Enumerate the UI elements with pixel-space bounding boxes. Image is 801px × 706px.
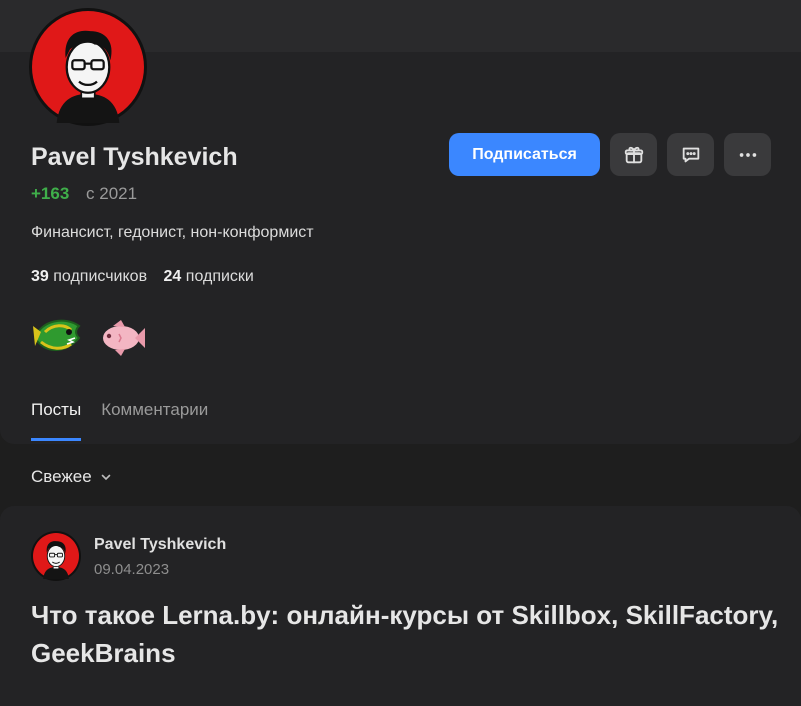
profile-counts: 39 подписчиков 24 подписки (31, 268, 254, 286)
subscribers-label: подписчиков (53, 268, 148, 285)
post-date[interactable]: 09.04.2023 (94, 561, 169, 578)
profile-avatar[interactable] (29, 8, 147, 126)
tab-comments[interactable]: Комментарии (101, 400, 208, 441)
sort-dropdown[interactable]: Свежее (31, 467, 112, 487)
subscriptions-label: подписки (185, 268, 254, 285)
subscriptions-link[interactable]: 24 подписки (164, 268, 254, 285)
post-author-name[interactable]: Pavel Tyshkevich (94, 536, 226, 554)
member-since: с 2021 (86, 184, 138, 203)
profile-actions: Подписаться (449, 133, 771, 176)
avatar-illustration (32, 11, 144, 123)
chevron-down-icon (101, 474, 110, 481)
gift-icon (624, 146, 643, 163)
more-button[interactable] (724, 133, 771, 176)
message-button[interactable] (667, 133, 714, 176)
subscriptions-count: 24 (163, 268, 182, 285)
chat-icon (682, 147, 699, 162)
rating-value[interactable]: +163 (31, 184, 69, 203)
fish-pink-icon[interactable] (95, 312, 147, 362)
tab-posts[interactable]: Посты (31, 400, 82, 441)
profile-meta: +163 с 2021 (31, 184, 137, 204)
profile-name: Pavel Tyshkevich (31, 143, 238, 171)
post-title[interactable]: Что такое Lerna.by: онлайн-курсы от Skil… (31, 596, 791, 672)
avatar-illustration (33, 533, 79, 579)
fish-green-icon[interactable] (31, 312, 83, 362)
gift-button[interactable] (610, 133, 657, 176)
post-card: Pavel Tyshkevich 09.04.2023 Что такое Le… (0, 506, 801, 706)
profile-bio: Финансист, гедонист, нон-конформист (31, 224, 314, 241)
subscribe-button[interactable]: Подписаться (449, 133, 600, 176)
sort-label: Свежее (31, 467, 92, 486)
profile-tabs: Посты Комментарии (31, 400, 208, 441)
post-author-avatar[interactable] (31, 531, 81, 581)
profile-badges (31, 312, 147, 362)
subscribers-link[interactable]: 39 подписчиков (31, 268, 147, 285)
more-icon (739, 152, 756, 157)
subscribers-count: 39 (31, 268, 49, 285)
